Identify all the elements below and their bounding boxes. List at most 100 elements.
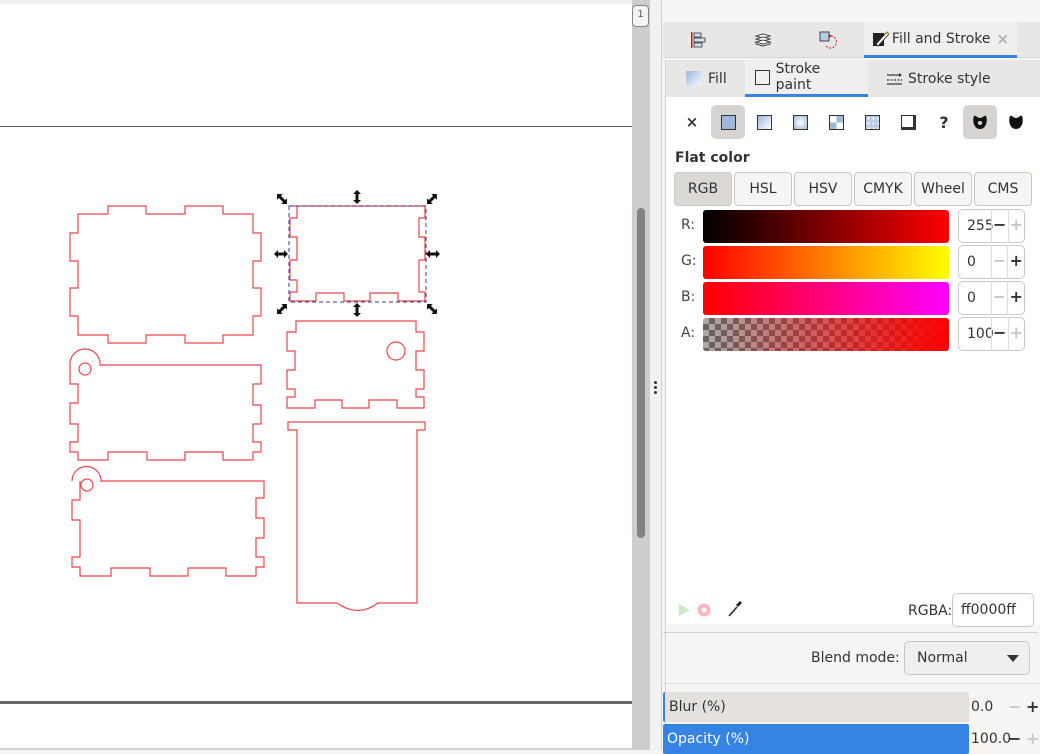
close-tab-icon[interactable]: × xyxy=(996,30,1009,48)
spin-g-increment[interactable]: + xyxy=(1007,245,1024,279)
fill-stroke-subtabs: Fill Stroke paint Stroke style xyxy=(666,60,1040,97)
spin-r-value[interactable]: 255 xyxy=(959,218,994,234)
opacity-label: Opacity (%) xyxy=(667,731,750,747)
tab-fill-and-stroke-label: Fill and Stroke xyxy=(891,30,991,47)
spin-b-increment[interactable]: + xyxy=(1007,281,1024,315)
subtab-stroke-paint-label: Stroke paint xyxy=(775,61,821,93)
no-paint-button[interactable]: × xyxy=(675,105,709,139)
scale-handle-nw[interactable] xyxy=(274,191,290,207)
radial-gradient-button[interactable] xyxy=(783,105,817,139)
color-mode-rgb[interactable]: RGB xyxy=(674,172,732,206)
scale-handle-e[interactable] xyxy=(426,250,440,258)
box-panel-side-right[interactable] xyxy=(71,465,265,577)
color-mode-hsv[interactable]: HSV xyxy=(794,172,852,206)
align-icon xyxy=(691,32,706,48)
blur-slider[interactable]: Blur (%) xyxy=(663,692,969,722)
color-mode-cmyk[interactable]: CMYK xyxy=(854,172,912,206)
spin-a[interactable]: 100 − + xyxy=(958,317,1025,351)
fill-rule-evenodd-button[interactable] xyxy=(963,105,997,139)
spin-r-decrement[interactable]: − xyxy=(991,209,1008,243)
mesh-button[interactable] xyxy=(855,105,889,139)
no-paint-icon: × xyxy=(685,113,699,131)
channel-label-a: A: xyxy=(681,325,696,341)
cable-hole[interactable] xyxy=(386,341,406,361)
subtab-fill[interactable]: Fill xyxy=(676,60,744,97)
tab-transform[interactable] xyxy=(813,22,843,58)
spin-r[interactable]: 255 − + xyxy=(958,209,1025,243)
rgba-input[interactable]: ff0000ff xyxy=(952,593,1034,627)
spin-g[interactable]: 0 − + xyxy=(958,245,1025,279)
tab-fill-and-stroke[interactable]: Fill and Stroke × xyxy=(864,22,1017,58)
channel-label-g: G: xyxy=(681,253,697,269)
color-mode-wheel[interactable]: Wheel xyxy=(914,172,972,206)
rgba-label: RGBA: xyxy=(908,603,953,619)
drawing-svg xyxy=(69,190,440,612)
box-panel-bottom[interactable] xyxy=(287,421,426,612)
transform-icon xyxy=(819,31,837,49)
spin-r-increment[interactable]: + xyxy=(1007,209,1025,243)
scale-handle-s[interactable] xyxy=(353,303,361,317)
blend-mode-select[interactable]: Normal xyxy=(904,641,1030,675)
slider-g[interactable] xyxy=(703,246,949,279)
dock-tab-bar: Fill and Stroke × xyxy=(663,22,1040,58)
blur-increment[interactable]: + xyxy=(1026,692,1039,722)
transform-handles xyxy=(274,190,440,317)
fill-stroke-icon xyxy=(872,30,890,47)
box-panel-side-left[interactable] xyxy=(69,348,262,461)
color-mode-hsl[interactable]: HSL xyxy=(734,172,792,206)
splitter-grip-icon[interactable] xyxy=(654,381,658,396)
mounting-hole[interactable] xyxy=(78,362,92,376)
blur-value[interactable]: 0.0 xyxy=(971,692,993,722)
fill-rule-nonzero-button[interactable] xyxy=(999,105,1033,139)
tab-layers[interactable] xyxy=(748,22,778,58)
separator xyxy=(663,683,1038,684)
page-indicator-button[interactable]: 1 xyxy=(632,5,649,27)
blur-decrement[interactable]: − xyxy=(1008,692,1021,722)
linear-gradient-button[interactable] xyxy=(747,105,781,139)
mounting-hole[interactable] xyxy=(80,478,94,492)
spin-b-decrement[interactable]: − xyxy=(990,281,1008,315)
radial-gradient-icon xyxy=(792,114,808,130)
slider-b[interactable] xyxy=(703,282,949,315)
spin-b[interactable]: 0 − + xyxy=(958,281,1025,315)
color-mode-cms[interactable]: CMS xyxy=(974,172,1032,206)
subtab-stroke-style[interactable]: Stroke style xyxy=(876,60,1006,97)
box-panel-front[interactable] xyxy=(69,205,262,344)
panel-splitter[interactable] xyxy=(650,0,662,750)
spin-g-decrement[interactable]: − xyxy=(990,245,1008,279)
scrollbar-thumb[interactable] xyxy=(637,208,645,538)
color-picker-dropper-icon[interactable] xyxy=(727,600,743,622)
spin-a-decrement[interactable]: − xyxy=(991,317,1008,351)
blend-mode-value: Normal xyxy=(917,650,968,666)
box-panel-back[interactable] xyxy=(286,320,425,409)
chevron-down-icon xyxy=(1007,655,1019,662)
stroke-style-icon xyxy=(887,72,902,85)
spin-g-value[interactable]: 0 xyxy=(959,254,991,270)
scale-handle-n[interactable] xyxy=(353,190,361,204)
scale-handle-ne[interactable] xyxy=(424,191,440,207)
unset-paint-button[interactable]: ? xyxy=(927,105,961,139)
dock-panel: Fill and Stroke × Fill Stroke paint Stro… xyxy=(663,0,1040,754)
scale-handle-sw[interactable] xyxy=(274,301,290,317)
drawing-canvas[interactable] xyxy=(0,0,632,750)
scale-handle-w[interactable] xyxy=(274,250,288,258)
layers-icon xyxy=(754,33,772,47)
spin-a-increment[interactable]: + xyxy=(1007,317,1025,351)
box-panel-lid-selected[interactable] xyxy=(289,205,426,302)
slider-a[interactable] xyxy=(703,318,949,351)
separator xyxy=(663,632,1038,633)
pattern-button[interactable] xyxy=(819,105,853,139)
swatch-button[interactable] xyxy=(891,105,925,139)
unset-icon: ? xyxy=(939,112,949,132)
slider-r[interactable] xyxy=(703,210,949,243)
subtab-stroke-paint[interactable]: Stroke paint xyxy=(745,60,868,97)
flat-color-button[interactable] xyxy=(711,105,745,139)
scale-handle-se[interactable] xyxy=(424,301,440,317)
spin-a-value[interactable]: 100 xyxy=(959,326,994,342)
channel-label-r: R: xyxy=(681,217,696,233)
tab-align-distribute[interactable] xyxy=(683,22,713,58)
color-mode-tabs: RGB HSL HSV CMYK Wheel CMS xyxy=(674,172,1032,206)
spin-b-value[interactable]: 0 xyxy=(959,290,991,306)
channel-row-r: R: 255 − + xyxy=(666,209,1040,243)
evenodd-icon xyxy=(973,115,987,129)
